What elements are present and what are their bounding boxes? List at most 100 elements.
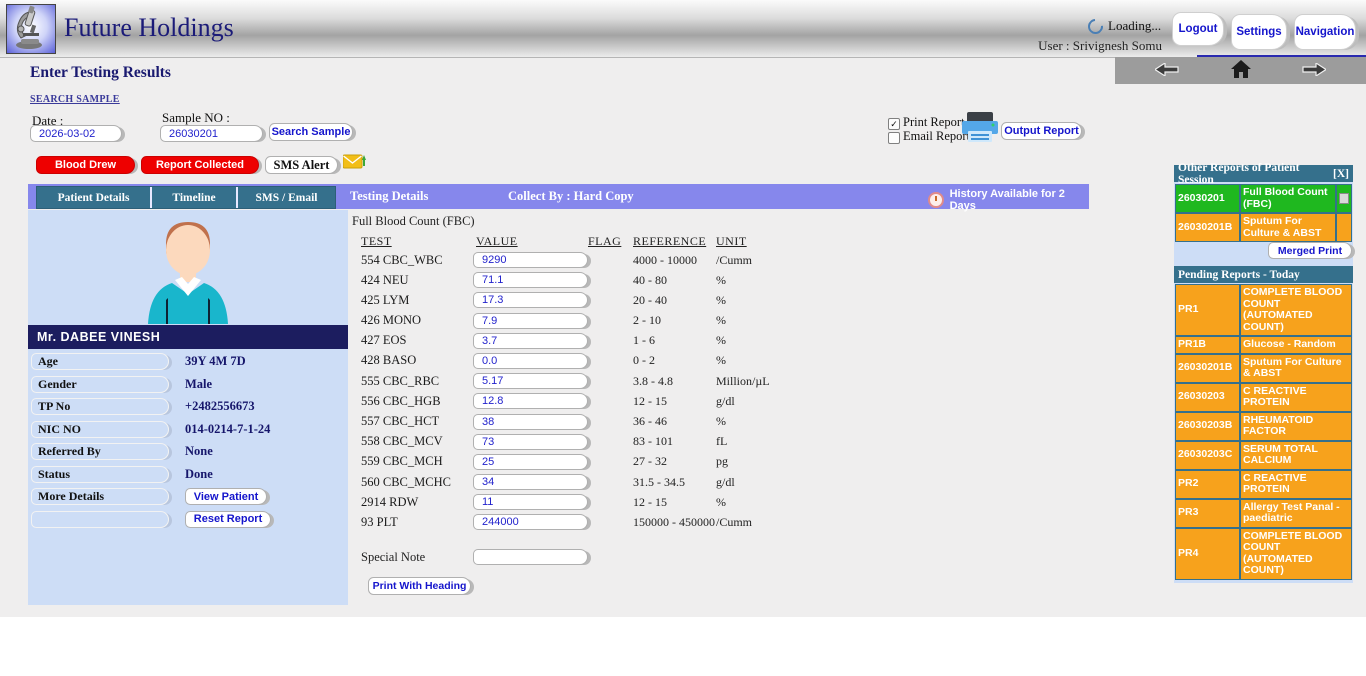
history-clock-icon: [928, 192, 944, 208]
test-value-input[interactable]: [473, 292, 588, 308]
test-result-row: 2914 RDW12 - 15%: [352, 494, 912, 510]
blood-drew-button[interactable]: Blood Drew: [36, 156, 135, 174]
pending-report-name[interactable]: C REACTIVE PROTEIN: [1241, 471, 1351, 498]
navigation-button[interactable]: Navigation: [1294, 14, 1356, 50]
reset-report-button[interactable]: Reset Report: [185, 511, 271, 528]
test-name: 557 CBC_HCT: [352, 414, 473, 429]
patient-more-details-row: More DetailsView Patient: [31, 488, 345, 505]
test-reference-range: 20 - 40: [633, 293, 716, 308]
test-result-row: 426 MONO2 - 10%: [352, 313, 912, 329]
test-unit: /Cumm: [716, 253, 752, 268]
test-result-row: 556 CBC_HGB12 - 15g/dl: [352, 393, 912, 409]
report-id[interactable]: 26030201: [1176, 185, 1239, 212]
search-sample-button[interactable]: Search Sample: [269, 123, 353, 141]
pending-report-name[interactable]: Glucose - Random: [1241, 337, 1351, 353]
test-value-input[interactable]: [473, 373, 588, 389]
test-name: 93 PLT: [352, 515, 473, 530]
settings-button[interactable]: Settings: [1231, 14, 1287, 50]
home-icon[interactable]: [1231, 60, 1251, 81]
printer-icon[interactable]: [962, 112, 998, 146]
pending-report-name[interactable]: Sputum For Culture & ABST: [1241, 355, 1351, 382]
patient-fields: Age39Y 4M 7DGenderMaleTP No+2482556673NI…: [31, 353, 345, 533]
pending-report-id[interactable]: 26030203B: [1176, 413, 1239, 440]
test-value-input[interactable]: [473, 353, 588, 369]
email-report-checkbox[interactable]: [888, 132, 900, 144]
test-value-input[interactable]: [473, 474, 588, 490]
sample-no-input[interactable]: [160, 125, 263, 142]
test-value-input[interactable]: [473, 313, 588, 329]
search-sample-link[interactable]: SEARCH SAMPLE: [30, 94, 120, 105]
tab-patient-details[interactable]: Patient Details: [37, 187, 150, 208]
testing-tab-bar: Patient Details Timeline SMS / Email Tes…: [28, 184, 1089, 209]
report-checkbox[interactable]: [1339, 193, 1349, 204]
patient-avatar: [128, 216, 248, 327]
test-value-input[interactable]: [473, 393, 588, 409]
test-reference-range: 12 - 15: [633, 394, 716, 409]
test-reference-range: 4000 - 10000: [633, 253, 716, 268]
test-value-input[interactable]: [473, 494, 588, 510]
test-result-row: 555 CBC_RBC3.8 - 4.8Million/µL: [352, 373, 912, 389]
merged-print-button[interactable]: Merged Print: [1268, 242, 1352, 259]
date-input[interactable]: [30, 125, 122, 142]
print-report-checkbox[interactable]: ✓: [888, 118, 900, 130]
test-unit: g/dl: [716, 394, 735, 409]
test-name: 425 LYM: [352, 293, 473, 308]
forward-arrow-icon[interactable]: [1302, 63, 1326, 79]
pending-report-id[interactable]: PR2: [1176, 471, 1239, 498]
patient-field-value: Done: [185, 467, 213, 482]
report-name[interactable]: Sputum For Culture & ABST: [1241, 214, 1335, 241]
report-checkbox-cell: [1337, 185, 1351, 212]
report-id[interactable]: 26030201B: [1176, 214, 1239, 241]
test-unit: fL: [716, 434, 727, 449]
pending-report-id[interactable]: PR4: [1176, 529, 1239, 579]
pending-report-name[interactable]: Allergy Test Panal - paediatric: [1241, 500, 1351, 527]
test-name: 426 MONO: [352, 313, 473, 328]
patient-details-panel: Mr. DABEE VINESH Age39Y 4M 7DGenderMaleT…: [28, 210, 348, 605]
test-value-input[interactable]: [473, 454, 588, 470]
pending-report-name[interactable]: COMPLETE BLOOD COUNT (AUTOMATED COUNT): [1241, 285, 1351, 335]
patient-field-value: 014-0214-7-1-24: [185, 422, 270, 437]
test-value-input[interactable]: [473, 514, 588, 530]
test-value-input[interactable]: [473, 333, 588, 349]
pending-report-id[interactable]: PR1: [1176, 285, 1239, 335]
print-with-heading-button[interactable]: Print With Heading: [368, 577, 471, 595]
pending-report-name[interactable]: C REACTIVE PROTEIN: [1241, 384, 1351, 411]
test-unit: %: [716, 293, 726, 308]
pending-report-id[interactable]: PR1B: [1176, 337, 1239, 353]
tab-timeline[interactable]: Timeline: [150, 187, 236, 208]
pending-report-id[interactable]: 26030201B: [1176, 355, 1239, 382]
back-arrow-icon[interactable]: [1155, 63, 1179, 79]
pending-report-id[interactable]: 26030203: [1176, 384, 1239, 411]
pending-reports-table: PR1COMPLETE BLOOD COUNT (AUTOMATED COUNT…: [1175, 284, 1352, 580]
patient-field-label: TP No: [31, 398, 169, 415]
test-name: 427 EOS: [352, 333, 473, 348]
tab-group: Patient Details Timeline SMS / Email: [36, 186, 336, 209]
pending-report-name[interactable]: SERUM TOTAL CALCIUM: [1241, 442, 1351, 469]
test-reference-range: 12 - 15: [633, 495, 716, 510]
test-value-input[interactable]: [473, 252, 588, 268]
test-reference-range: 3.8 - 4.8: [633, 374, 716, 389]
other-reports-header: Other Reports of Patient Session [X]: [1174, 165, 1353, 182]
output-report-button[interactable]: Output Report: [1001, 122, 1082, 140]
tab-sms-email[interactable]: SMS / Email: [236, 187, 335, 208]
view-patient-button[interactable]: View Patient: [185, 488, 267, 505]
close-icon[interactable]: [X]: [1333, 168, 1349, 180]
pending-report-id[interactable]: PR3: [1176, 500, 1239, 527]
report-collected-button[interactable]: Report Collected: [141, 156, 259, 174]
special-note-row: Special Note: [352, 549, 588, 565]
pending-report-name[interactable]: RHEUMATOID FACTOR: [1241, 413, 1351, 440]
test-unit: %: [716, 273, 726, 288]
test-value-input[interactable]: [473, 272, 588, 288]
sms-alert-button[interactable]: SMS Alert: [265, 156, 338, 174]
pending-report-name[interactable]: COMPLETE BLOOD COUNT (AUTOMATED COUNT): [1241, 529, 1351, 579]
test-value-input[interactable]: [473, 434, 588, 450]
logout-button[interactable]: Logout: [1172, 12, 1224, 46]
col-flag: FLAG: [588, 234, 621, 248]
test-value-input[interactable]: [473, 414, 588, 430]
test-unit: %: [716, 333, 726, 348]
special-note-input[interactable]: [473, 549, 588, 565]
test-result-row: 425 LYM 20 - 40%: [352, 292, 912, 308]
pending-report-id[interactable]: 26030203C: [1176, 442, 1239, 469]
patient-reset-row: Reset Report: [31, 511, 345, 528]
report-name[interactable]: Full Blood Count (FBC): [1241, 185, 1335, 212]
